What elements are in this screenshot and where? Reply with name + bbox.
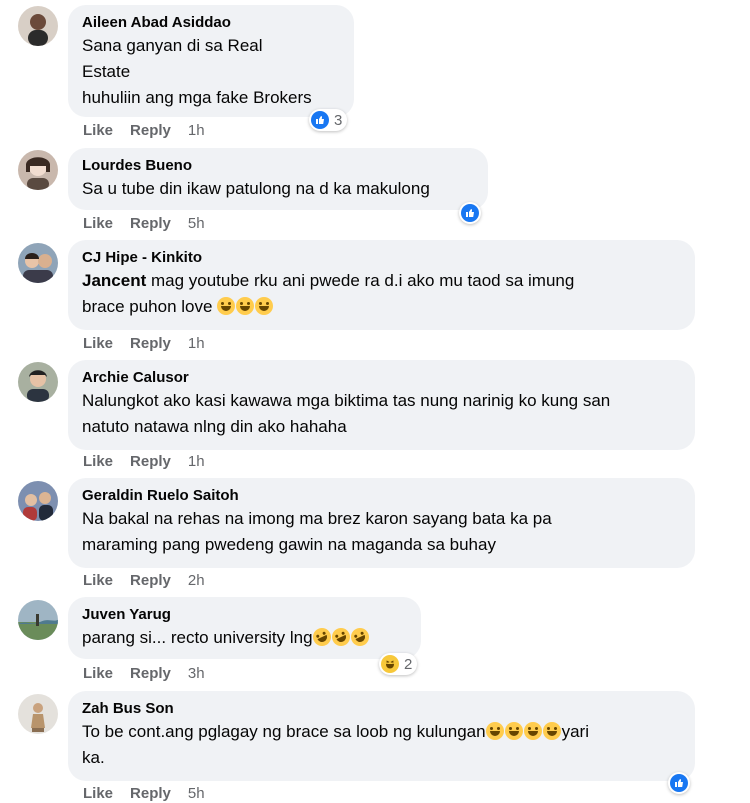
like-button[interactable]: Like bbox=[83, 215, 113, 233]
reply-button[interactable]: Reply bbox=[130, 453, 171, 471]
reply-button[interactable]: Reply bbox=[130, 335, 171, 353]
reply-button[interactable]: Reply bbox=[130, 665, 171, 683]
reply-button[interactable]: Reply bbox=[130, 122, 171, 140]
avatar[interactable] bbox=[18, 6, 58, 46]
comment-time[interactable]: 1h bbox=[188, 122, 205, 140]
comment-actions: Like Reply 1h bbox=[83, 453, 222, 471]
avatar[interactable] bbox=[18, 481, 58, 521]
like-button[interactable]: Like bbox=[83, 572, 113, 590]
reaction-count: 3 bbox=[334, 111, 343, 129]
joy-emoji bbox=[255, 297, 274, 315]
like-button[interactable]: Like bbox=[83, 785, 113, 803]
comment-bubble: Juven Yarug parang si... recto universit… bbox=[68, 597, 421, 659]
joy-emoji bbox=[217, 297, 236, 315]
like-button[interactable]: Like bbox=[83, 453, 113, 471]
joy-emoji bbox=[504, 722, 523, 740]
comment-author[interactable]: Aileen Abad Asiddao bbox=[82, 13, 340, 33]
comment-actions: Like Reply 1h bbox=[83, 335, 222, 353]
comment-bubble: Lourdes Bueno Sa u tube din ikaw patulon… bbox=[68, 148, 488, 210]
like-button[interactable]: Like bbox=[83, 335, 113, 353]
comment-text: Sana ganyan di sa Real Estate huhuliin a… bbox=[82, 36, 312, 107]
avatar[interactable] bbox=[18, 694, 58, 734]
rofl-emoji bbox=[309, 625, 334, 649]
comment-actions: Like Reply 1h bbox=[83, 122, 222, 140]
reaction-count: 2 bbox=[404, 655, 413, 673]
comment-actions: Like Reply 2h bbox=[83, 572, 222, 590]
reaction-summary[interactable]: 2 bbox=[379, 653, 418, 675]
avatar[interactable] bbox=[18, 600, 58, 640]
comment-author[interactable]: Zah Bus Son bbox=[82, 699, 681, 719]
comment-author[interactable]: Geraldin Ruelo Saitoh bbox=[82, 486, 681, 506]
comment-bubble: CJ Hipe - Kinkito Jancent mag youtube rk… bbox=[68, 240, 695, 330]
reaction-summary[interactable] bbox=[459, 202, 481, 224]
comment-actions: Like Reply 5h bbox=[83, 215, 222, 233]
reaction-summary[interactable]: 3 bbox=[309, 109, 348, 131]
comment-time[interactable]: 2h bbox=[188, 572, 205, 590]
comment-bubble: Zah Bus Son To be cont.ang pglagay ng br… bbox=[68, 691, 695, 781]
comment-bubble: Archie Calusor Nalungkot ako kasi kawawa… bbox=[68, 360, 695, 450]
comment-actions: Like Reply 5h bbox=[83, 785, 222, 803]
comment-author[interactable]: Juven Yarug bbox=[82, 605, 407, 625]
joy-emoji bbox=[485, 722, 504, 740]
reply-button[interactable]: Reply bbox=[130, 572, 171, 590]
reaction-summary[interactable] bbox=[668, 772, 690, 794]
avatar[interactable] bbox=[18, 243, 58, 283]
comment-actions: Like Reply 3h bbox=[83, 665, 222, 683]
comment-author[interactable]: Lourdes Bueno bbox=[82, 156, 474, 176]
comment-bubble: Geraldin Ruelo Saitoh Na bakal na rehas … bbox=[68, 478, 695, 568]
rofl-emoji bbox=[328, 625, 353, 649]
avatar[interactable] bbox=[18, 150, 58, 190]
tagged-user[interactable]: Jancent bbox=[82, 271, 146, 290]
joy-emoji bbox=[523, 722, 542, 740]
haha-icon bbox=[381, 655, 399, 673]
comment-text: Jancent mag youtube rku ani pwede ra d.i… bbox=[82, 271, 575, 316]
like-button[interactable]: Like bbox=[83, 665, 113, 683]
avatar[interactable] bbox=[18, 362, 58, 402]
reply-button[interactable]: Reply bbox=[130, 215, 171, 233]
comment-text: To be cont.ang pglagay ng brace sa loob … bbox=[82, 722, 589, 767]
comment-text: Na bakal na rehas na imong ma brez karon… bbox=[82, 509, 552, 554]
rofl-emoji bbox=[347, 625, 372, 649]
comment-author[interactable]: Archie Calusor bbox=[82, 368, 681, 388]
comment-time[interactable]: 1h bbox=[188, 453, 205, 471]
joy-emoji bbox=[542, 722, 561, 740]
comment-author[interactable]: CJ Hipe - Kinkito bbox=[82, 248, 681, 268]
comment-time[interactable]: 1h bbox=[188, 335, 205, 353]
like-button[interactable]: Like bbox=[83, 122, 113, 140]
reply-button[interactable]: Reply bbox=[130, 785, 171, 803]
comment-text: parang si... recto university lng bbox=[82, 625, 407, 651]
comment-bubble: Aileen Abad Asiddao Sana ganyan di sa Re… bbox=[68, 5, 354, 117]
comment-time[interactable]: 3h bbox=[188, 665, 205, 683]
comment-text: Sa u tube din ikaw patulong na d ka maku… bbox=[82, 179, 430, 198]
like-icon bbox=[461, 204, 479, 222]
comment-time[interactable]: 5h bbox=[188, 215, 205, 233]
like-icon bbox=[670, 774, 688, 792]
like-icon bbox=[311, 111, 329, 129]
comment-text: Nalungkot ako kasi kawawa mga biktima ta… bbox=[82, 391, 611, 436]
comment-time[interactable]: 5h bbox=[188, 785, 205, 803]
joy-emoji bbox=[236, 297, 255, 315]
